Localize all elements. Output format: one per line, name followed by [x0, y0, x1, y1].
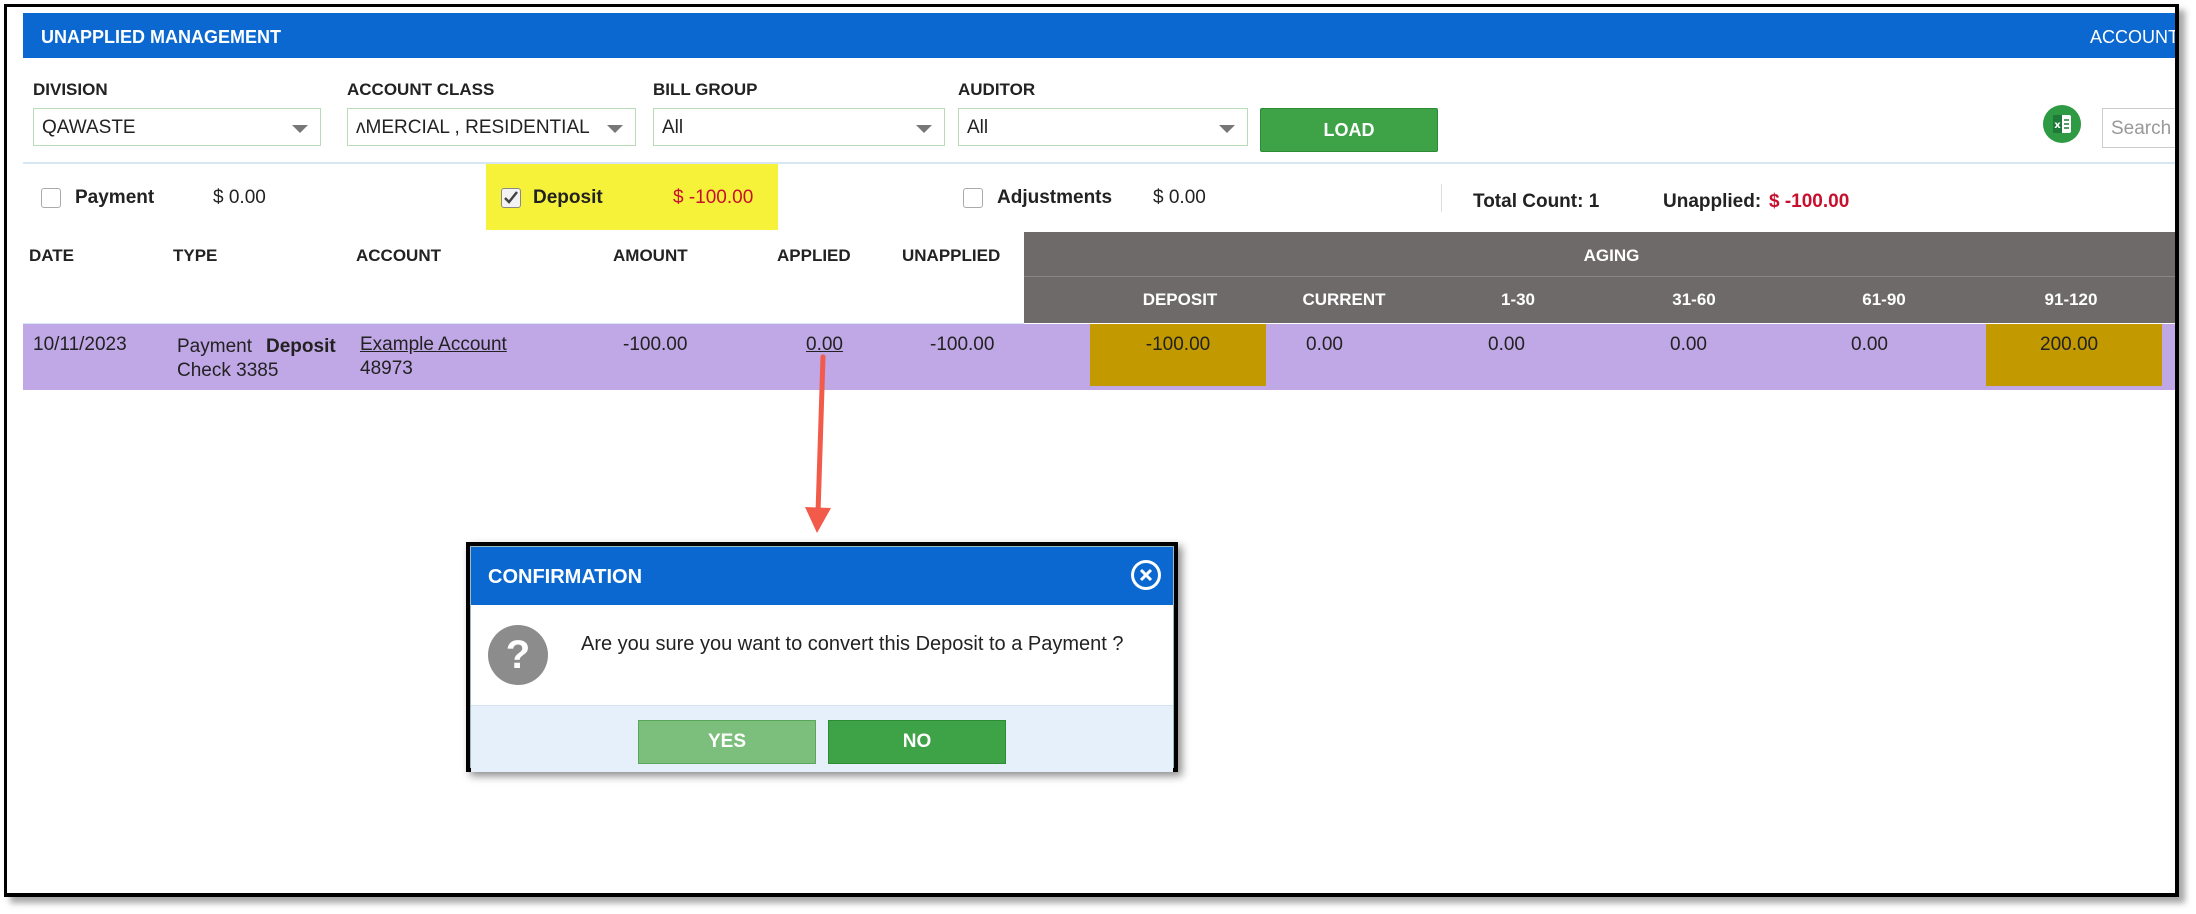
dialog-message: Are you sure you want to convert this De…	[581, 633, 1124, 655]
dialog-body: CONFIRMATION ? Are you sure you want to …	[470, 546, 1174, 772]
dialog-title: CONFIRMATION	[488, 566, 643, 588]
app-window: UNAPPLIED MANAGEMENT ACCOUNT DIVISION QA…	[23, 13, 2175, 893]
dialog-close-button[interactable]	[1131, 560, 1161, 590]
yes-button[interactable]: YES	[638, 720, 816, 764]
confirmation-dialog: CONFIRMATION ? Are you sure you want to …	[466, 542, 1178, 772]
screenshot-frame: UNAPPLIED MANAGEMENT ACCOUNT DIVISION QA…	[4, 4, 2179, 897]
dialog-footer: YES NO	[471, 705, 1173, 772]
no-button[interactable]: NO	[828, 720, 1006, 764]
question-icon: ?	[488, 625, 548, 685]
close-icon	[1134, 563, 1158, 587]
dialog-header: CONFIRMATION	[471, 547, 1173, 605]
